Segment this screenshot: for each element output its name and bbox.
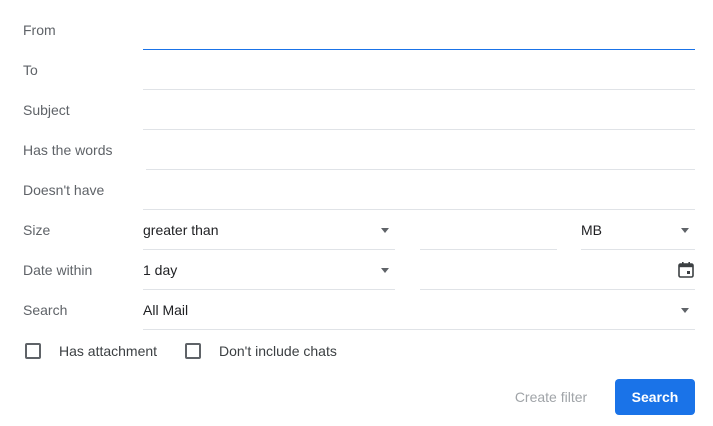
doesnt-have-field-wrap	[143, 170, 695, 210]
has-words-label: Has the words	[23, 142, 113, 158]
to-input[interactable]	[143, 50, 695, 89]
size-amount-wrap	[420, 210, 557, 250]
has-attachment-label[interactable]: Has attachment	[59, 343, 157, 359]
date-within-label: Date within	[23, 262, 93, 278]
to-field-wrap	[143, 50, 695, 90]
row-from: From	[0, 10, 713, 50]
from-label: From	[23, 22, 56, 38]
row-size: Size greater than MB	[0, 210, 713, 250]
caret-down-icon	[381, 267, 389, 273]
size-comparator-value: greater than	[143, 221, 219, 238]
size-amount-input[interactable]	[420, 210, 557, 249]
search-button[interactable]: Search	[615, 379, 695, 415]
date-input[interactable]	[420, 250, 660, 289]
caret-down-icon	[681, 307, 689, 313]
size-unit-value: MB	[581, 221, 602, 238]
row-to: To	[0, 50, 713, 90]
to-label: To	[23, 62, 38, 78]
row-search-in: Search All Mail	[0, 290, 713, 330]
search-in-value: All Mail	[143, 301, 189, 318]
from-input[interactable]	[143, 10, 695, 49]
no-chats-label[interactable]: Don't include chats	[219, 343, 337, 359]
search-in-label: Search	[23, 302, 68, 318]
from-field-wrap	[143, 10, 695, 50]
row-date-within: Date within 1 day	[0, 250, 713, 290]
caret-down-icon	[381, 227, 389, 233]
create-filter-button[interactable]: Create filter	[500, 379, 602, 415]
date-field-wrap	[420, 250, 695, 290]
row-subject: Subject	[0, 90, 713, 130]
size-comparator-select[interactable]: greater than	[143, 210, 395, 250]
calendar-icon[interactable]	[677, 261, 695, 279]
search-in-select[interactable]: All Mail	[143, 290, 695, 330]
has-words-field-wrap	[146, 130, 695, 170]
size-unit-select[interactable]: MB	[581, 210, 695, 250]
subject-label: Subject	[23, 102, 70, 118]
date-within-value: 1 day	[143, 261, 178, 278]
subject-input[interactable]	[143, 90, 695, 129]
size-label: Size	[23, 222, 51, 238]
subject-field-wrap	[143, 90, 695, 130]
row-doesnt-have: Doesn't have	[0, 170, 713, 210]
has-words-input[interactable]	[146, 130, 695, 169]
has-attachment-checkbox[interactable]	[25, 343, 41, 359]
date-within-select[interactable]: 1 day	[143, 250, 395, 290]
options-row: Has attachment Don't include chats	[0, 338, 713, 364]
doesnt-have-input[interactable]	[143, 170, 695, 209]
row-has-words: Has the words	[0, 130, 713, 170]
no-chats-checkbox[interactable]	[185, 343, 201, 359]
doesnt-have-label: Doesn't have	[23, 182, 105, 198]
caret-down-icon	[681, 227, 689, 233]
